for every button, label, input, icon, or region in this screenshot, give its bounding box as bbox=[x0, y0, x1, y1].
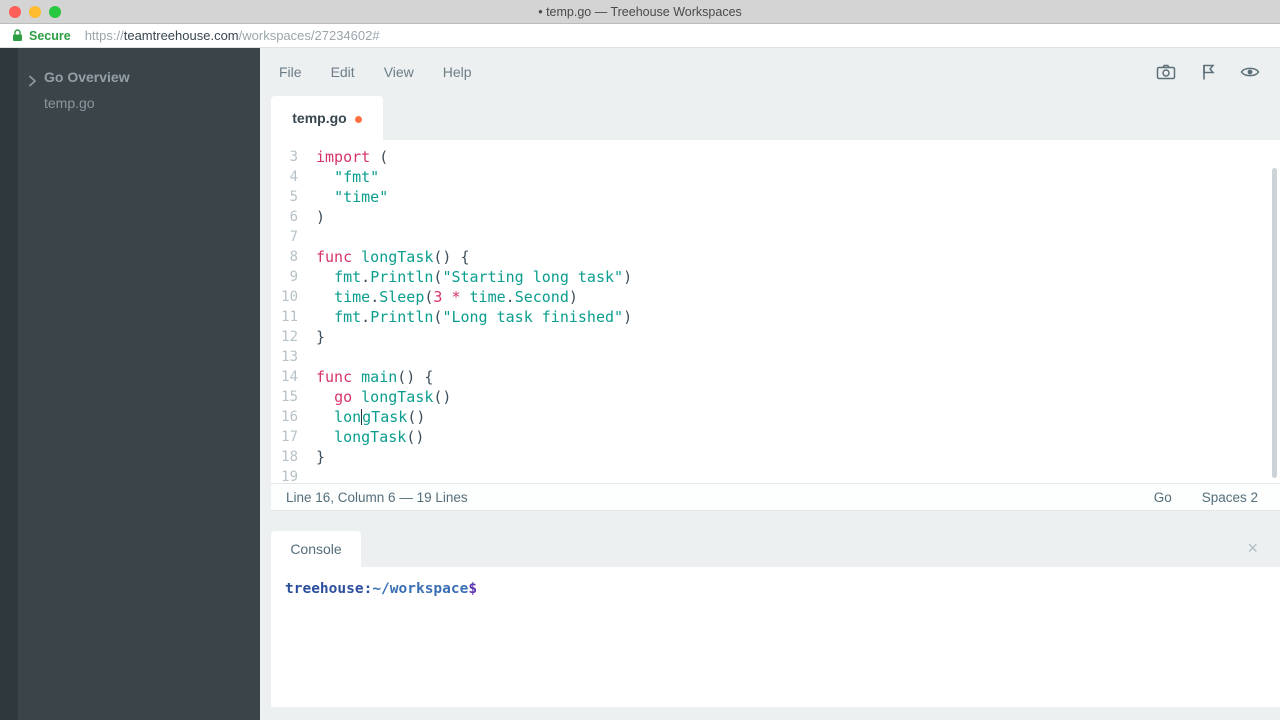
terminal-prompt: treehouse:~/workspace$ bbox=[285, 581, 477, 597]
line-number: 3 bbox=[271, 147, 298, 167]
url-path: /workspaces/27234602# bbox=[239, 28, 380, 43]
line-number: 7 bbox=[271, 227, 298, 247]
line-content: fmt.Println("Long task finished") bbox=[316, 307, 632, 327]
cursor-position-text: Line 16, Column 6 — 19 Lines bbox=[286, 490, 468, 505]
line-number: 17 bbox=[271, 427, 298, 447]
line-number: 5 bbox=[271, 187, 298, 207]
menu-item-view[interactable]: View bbox=[384, 64, 414, 80]
tab-label: temp.go bbox=[292, 110, 346, 126]
line-number: 12 bbox=[271, 327, 298, 347]
line-number: 8 bbox=[271, 247, 298, 267]
code-line[interactable]: 3 import ( bbox=[271, 147, 1280, 167]
line-content: "time" bbox=[316, 187, 388, 207]
code-line[interactable]: 13 bbox=[271, 347, 1280, 367]
code-line[interactable]: 17 longTask() bbox=[271, 427, 1280, 447]
code-line[interactable]: 16 longTask() bbox=[271, 407, 1280, 427]
menu-item-file[interactable]: File bbox=[279, 64, 302, 80]
console-tab-bar: Console × bbox=[271, 531, 1280, 567]
line-content: func main() { bbox=[316, 367, 433, 387]
code-editor[interactable]: 3import (4 "fmt"5 "time"6)78func longTas… bbox=[271, 140, 1280, 483]
code-line[interactable]: 19 bbox=[271, 467, 1280, 483]
line-number: 15 bbox=[271, 387, 298, 407]
unsaved-dot bbox=[355, 116, 362, 123]
chevron-right-icon bbox=[25, 70, 39, 84]
line-content: func longTask() { bbox=[316, 247, 470, 267]
left-edge-strip bbox=[0, 48, 18, 720]
code-line[interactable]: 6) bbox=[271, 207, 1280, 227]
lock-icon bbox=[12, 29, 23, 42]
indent-setting[interactable]: Spaces 2 bbox=[1202, 490, 1258, 505]
line-content: import ( bbox=[316, 147, 388, 167]
tab-temp-go[interactable]: temp.go bbox=[271, 96, 383, 140]
code-lines: 3import (4 "fmt"5 "time"6)78func longTas… bbox=[271, 147, 1280, 483]
line-content: } bbox=[316, 447, 325, 467]
eye-icon[interactable] bbox=[1240, 63, 1260, 81]
sidebar-item-temp-go[interactable]: temp.go bbox=[18, 90, 260, 116]
tab-console[interactable]: Console bbox=[271, 531, 361, 567]
line-content: ) bbox=[316, 207, 325, 227]
code-line[interactable]: 15 go longTask() bbox=[271, 387, 1280, 407]
line-content: longTask() bbox=[316, 407, 425, 427]
code-line[interactable]: 4 "fmt" bbox=[271, 167, 1280, 187]
code-line[interactable]: 9 fmt.Println("Starting long task") bbox=[271, 267, 1280, 287]
console-terminal[interactable]: treehouse:~/workspace$ bbox=[271, 567, 1280, 707]
url-domain: teamtreehouse.com bbox=[124, 28, 239, 43]
line-number: 6 bbox=[271, 207, 298, 227]
line-content: time.Sleep(3 * time.Second) bbox=[316, 287, 578, 307]
console-tab-label: Console bbox=[290, 541, 341, 557]
line-number: 10 bbox=[271, 287, 298, 307]
menu-item-edit[interactable]: Edit bbox=[331, 64, 355, 80]
line-content: } bbox=[316, 327, 325, 347]
line-number: 16 bbox=[271, 407, 298, 427]
menu-bar: File Edit View Help bbox=[271, 48, 1280, 96]
secure-label: Secure bbox=[29, 29, 71, 43]
line-content: fmt.Println("Starting long task") bbox=[316, 267, 632, 287]
code-line[interactable]: 11 fmt.Println("Long task finished") bbox=[271, 307, 1280, 327]
browser-urlbar[interactable]: Secure https://teamtreehouse.com/workspa… bbox=[0, 24, 1280, 48]
sidebar-item-label: temp.go bbox=[44, 95, 95, 111]
browser-titlebar: • temp.go — Treehouse Workspaces bbox=[0, 0, 1280, 24]
line-content: "fmt" bbox=[316, 167, 379, 187]
menu-bar-items: File Edit View Help bbox=[279, 64, 501, 80]
menu-item-help[interactable]: Help bbox=[443, 64, 472, 80]
sidebar-item-label: Go Overview bbox=[44, 69, 130, 85]
line-number: 11 bbox=[271, 307, 298, 327]
camera-icon[interactable] bbox=[1156, 63, 1176, 81]
file-sidebar: Go Overview temp.go bbox=[18, 48, 260, 720]
line-content: go longTask() bbox=[316, 387, 451, 407]
code-line[interactable]: 5 "time" bbox=[271, 187, 1280, 207]
line-number: 4 bbox=[271, 167, 298, 187]
flag-icon[interactable] bbox=[1198, 63, 1218, 81]
url-text[interactable]: https://teamtreehouse.com/workspaces/272… bbox=[85, 28, 380, 43]
close-console-icon[interactable]: × bbox=[1247, 539, 1258, 557]
line-number: 13 bbox=[271, 347, 298, 367]
line-number: 14 bbox=[271, 367, 298, 387]
line-number: 9 bbox=[271, 267, 298, 287]
line-number: 18 bbox=[271, 447, 298, 467]
sidebar-item-go-overview[interactable]: Go Overview bbox=[18, 64, 260, 90]
code-line[interactable]: 10 time.Sleep(3 * time.Second) bbox=[271, 287, 1280, 307]
code-line[interactable]: 18} bbox=[271, 447, 1280, 467]
line-number: 19 bbox=[271, 467, 298, 483]
code-line[interactable]: 12} bbox=[271, 327, 1280, 347]
code-line[interactable]: 7 bbox=[271, 227, 1280, 247]
url-scheme: https:// bbox=[85, 28, 124, 43]
editor-status-bar: Line 16, Column 6 — 19 Lines Go Spaces 2 bbox=[271, 483, 1280, 511]
line-content: longTask() bbox=[316, 427, 424, 447]
window-title: • temp.go — Treehouse Workspaces bbox=[0, 5, 1280, 19]
code-line[interactable]: 8 func longTask() { bbox=[271, 247, 1280, 267]
code-line[interactable]: 14 func main() { bbox=[271, 367, 1280, 387]
editor-scrollbar[interactable] bbox=[1272, 168, 1277, 478]
editor-tab-bar: temp.go bbox=[271, 96, 1280, 140]
language-mode[interactable]: Go bbox=[1154, 490, 1172, 505]
